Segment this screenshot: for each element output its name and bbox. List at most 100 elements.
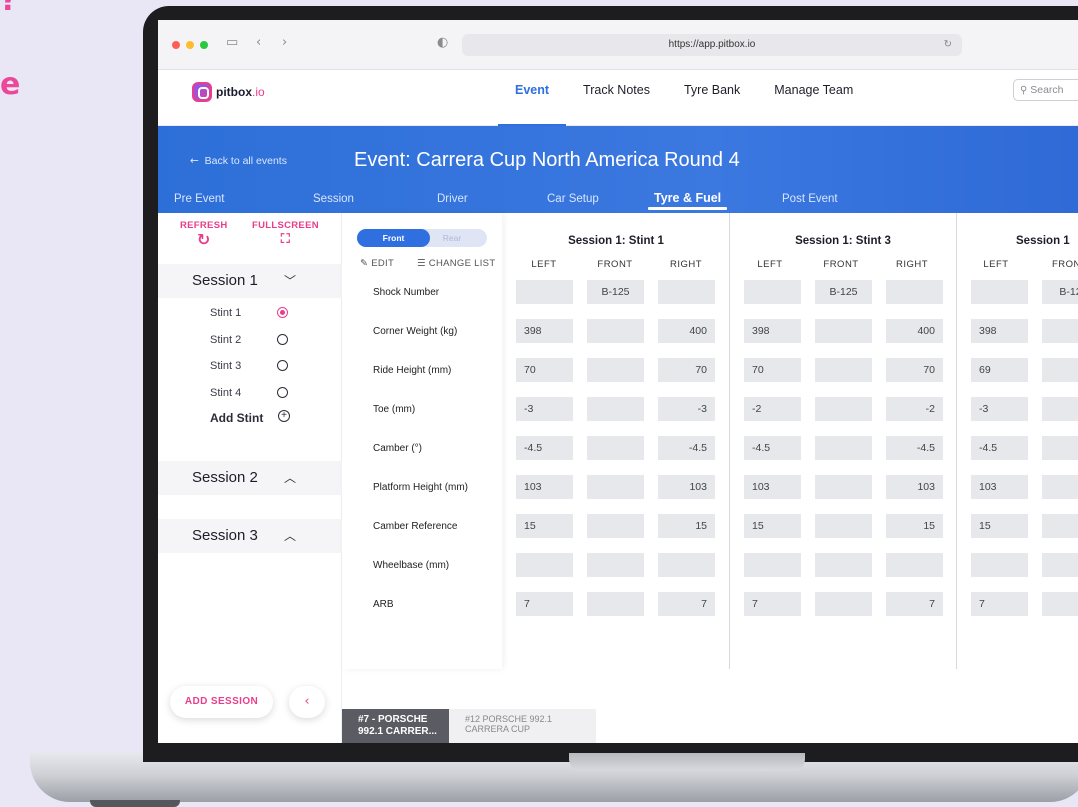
stint-radio[interactable] bbox=[277, 387, 288, 398]
setup-value-cell[interactable]: 69 bbox=[971, 358, 1028, 382]
setup-value-cell[interactable] bbox=[744, 553, 801, 577]
setup-value-cell[interactable]: 70 bbox=[516, 358, 573, 382]
setup-value-cell[interactable]: -3 bbox=[971, 397, 1028, 421]
setup-value-cell[interactable]: 103 bbox=[971, 475, 1028, 499]
session-2-header[interactable]: Session 2 ︿ bbox=[158, 461, 342, 495]
setup-value-cell[interactable]: 398 bbox=[744, 319, 801, 343]
tab-driver[interactable]: Driver bbox=[437, 193, 468, 205]
setup-value-cell[interactable]: 103 bbox=[658, 475, 715, 499]
setup-value-cell[interactable] bbox=[971, 553, 1028, 577]
setup-value-cell[interactable] bbox=[815, 319, 872, 343]
setup-value-cell[interactable] bbox=[815, 436, 872, 460]
setup-value-cell[interactable]: 7 bbox=[516, 592, 573, 616]
toggle-front[interactable]: Front bbox=[357, 229, 430, 247]
setup-value-cell[interactable] bbox=[886, 553, 943, 577]
forward-arrow-icon[interactable]: › bbox=[282, 35, 287, 50]
setup-value-cell[interactable] bbox=[587, 514, 644, 538]
setup-value-cell[interactable]: 398 bbox=[516, 319, 573, 343]
setup-value-cell[interactable] bbox=[587, 358, 644, 382]
setup-value-cell[interactable] bbox=[1042, 514, 1078, 538]
setup-value-cell[interactable]: 7 bbox=[886, 592, 943, 616]
setup-value-cell[interactable]: 7 bbox=[658, 592, 715, 616]
setup-value-cell[interactable]: B-125 bbox=[815, 280, 872, 304]
setup-value-cell[interactable]: 15 bbox=[658, 514, 715, 538]
setup-value-cell[interactable] bbox=[1042, 358, 1078, 382]
setup-value-cell[interactable]: 15 bbox=[744, 514, 801, 538]
nav-event[interactable]: Event bbox=[498, 70, 567, 126]
setup-value-cell[interactable] bbox=[658, 280, 715, 304]
address-bar[interactable]: https://app.pitbox.io ↻ bbox=[462, 34, 962, 56]
setup-value-cell[interactable] bbox=[587, 553, 644, 577]
nav-track-notes[interactable]: Track Notes bbox=[566, 70, 667, 126]
setup-value-cell[interactable] bbox=[971, 280, 1028, 304]
setup-value-cell[interactable] bbox=[1042, 553, 1078, 577]
setup-value-cell[interactable] bbox=[744, 280, 801, 304]
setup-value-cell[interactable]: 15 bbox=[971, 514, 1028, 538]
tab-pre-event[interactable]: Pre Event bbox=[174, 193, 225, 205]
stint-radio[interactable] bbox=[277, 360, 288, 371]
front-rear-toggle[interactable]: Rear Front bbox=[357, 229, 487, 247]
setup-value-cell[interactable]: -3 bbox=[658, 397, 715, 421]
setup-value-cell[interactable] bbox=[587, 592, 644, 616]
zoom-window-button[interactable] bbox=[200, 41, 208, 49]
setup-value-cell[interactable]: -2 bbox=[744, 397, 801, 421]
setup-value-cell[interactable] bbox=[1042, 436, 1078, 460]
setup-value-cell[interactable]: 103 bbox=[886, 475, 943, 499]
setup-value-cell[interactable] bbox=[815, 475, 872, 499]
setup-value-cell[interactable]: -2 bbox=[886, 397, 943, 421]
car-tab-active[interactable]: #7 - PORSCHE 992.1 CARRER... bbox=[342, 709, 449, 743]
setup-value-cell[interactable]: -4.5 bbox=[971, 436, 1028, 460]
sidebar-toggle-icon[interactable]: ▭ bbox=[226, 35, 238, 50]
setup-value-cell[interactable] bbox=[815, 358, 872, 382]
add-session-button[interactable]: ADD SESSION bbox=[170, 686, 273, 718]
setup-value-cell[interactable]: 103 bbox=[744, 475, 801, 499]
stint-2-item[interactable]: Stint 2 bbox=[210, 334, 288, 346]
setup-value-cell[interactable] bbox=[587, 436, 644, 460]
setup-value-cell[interactable]: -3 bbox=[516, 397, 573, 421]
refresh-button[interactable]: REFRESH ↻ bbox=[180, 220, 228, 249]
setup-value-cell[interactable] bbox=[516, 280, 573, 304]
setup-value-cell[interactable]: 7 bbox=[971, 592, 1028, 616]
setup-value-cell[interactable] bbox=[815, 397, 872, 421]
collapse-sidebar-button[interactable]: ‹ bbox=[289, 686, 325, 718]
nav-manage-team[interactable]: Manage Team bbox=[757, 70, 870, 126]
stint-radio-selected[interactable] bbox=[277, 307, 288, 318]
setup-value-cell[interactable]: -4.5 bbox=[516, 436, 573, 460]
setup-value-cell[interactable]: 400 bbox=[886, 319, 943, 343]
tab-tyre-fuel[interactable]: Tyre & Fuel bbox=[647, 191, 728, 210]
setup-value-cell[interactable]: 398 bbox=[971, 319, 1028, 343]
setup-value-cell[interactable]: B-12 bbox=[1042, 280, 1078, 304]
back-arrow-icon[interactable]: ‹ bbox=[256, 35, 261, 50]
setup-value-cell[interactable] bbox=[1042, 592, 1078, 616]
setup-value-cell[interactable] bbox=[1042, 397, 1078, 421]
add-stint-button[interactable]: Add Stint + bbox=[210, 410, 290, 425]
setup-value-cell[interactable]: -4.5 bbox=[744, 436, 801, 460]
edit-button[interactable]: ✎ EDIT bbox=[360, 258, 394, 269]
setup-value-cell[interactable] bbox=[587, 397, 644, 421]
stint-radio[interactable] bbox=[277, 334, 288, 345]
session-1-header[interactable]: Session 1 ﹀ bbox=[158, 264, 342, 298]
privacy-shield-icon[interactable]: ◐ bbox=[437, 35, 448, 50]
nav-tyre-bank[interactable]: Tyre Bank bbox=[667, 70, 757, 126]
fullscreen-button[interactable]: FULLSCREEN ⛶ bbox=[252, 220, 319, 249]
stint-3-item[interactable]: Stint 3 bbox=[210, 360, 288, 372]
tab-session[interactable]: Session bbox=[313, 193, 354, 205]
reload-icon[interactable]: ↻ bbox=[944, 34, 952, 56]
tab-car-setup[interactable]: Car Setup bbox=[547, 193, 599, 205]
stint-1-item[interactable]: Stint 1 bbox=[210, 307, 288, 319]
minimize-window-button[interactable] bbox=[186, 41, 194, 49]
setup-value-cell[interactable] bbox=[658, 553, 715, 577]
setup-value-cell[interactable]: -4.5 bbox=[886, 436, 943, 460]
setup-value-cell[interactable]: 70 bbox=[744, 358, 801, 382]
setup-value-cell[interactable]: 400 bbox=[658, 319, 715, 343]
setup-value-cell[interactable] bbox=[587, 475, 644, 499]
setup-value-cell[interactable]: B-125 bbox=[587, 280, 644, 304]
setup-value-cell[interactable]: 15 bbox=[516, 514, 573, 538]
setup-value-cell[interactable] bbox=[815, 592, 872, 616]
back-to-events-link[interactable]: ← Back to all events bbox=[190, 155, 287, 167]
setup-value-cell[interactable]: 15 bbox=[886, 514, 943, 538]
setup-value-cell[interactable] bbox=[587, 319, 644, 343]
setup-value-cell[interactable] bbox=[886, 280, 943, 304]
setup-value-cell[interactable]: -4.5 bbox=[658, 436, 715, 460]
setup-value-cell[interactable]: 7 bbox=[744, 592, 801, 616]
